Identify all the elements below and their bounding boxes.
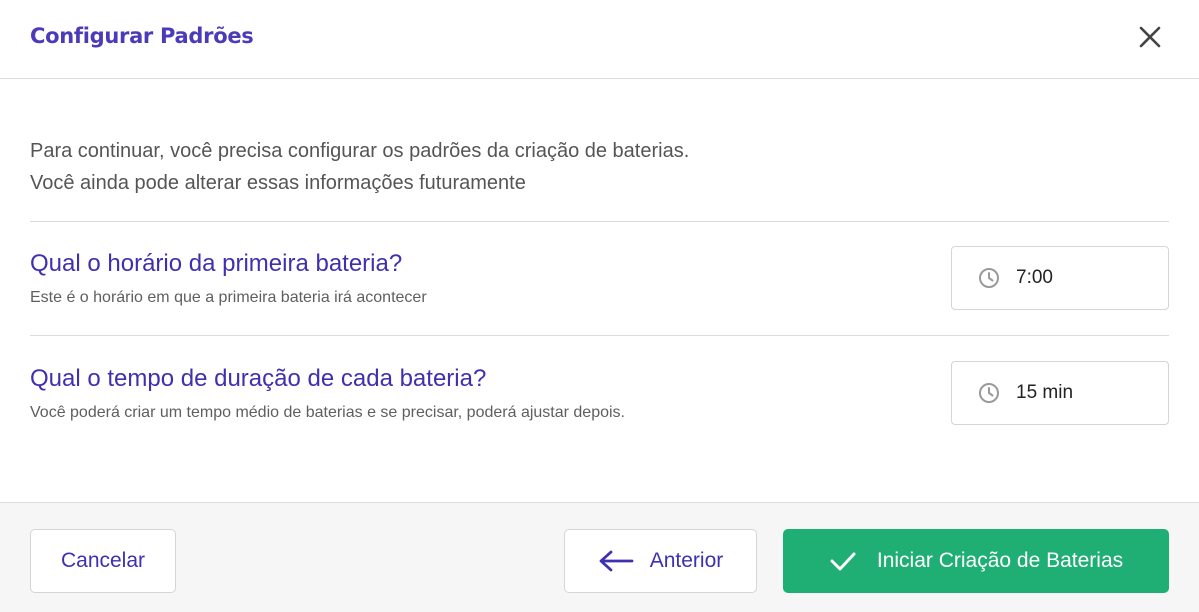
checkmark-icon xyxy=(830,552,856,571)
divider xyxy=(30,221,1169,222)
dialog-header: Configurar Padrões xyxy=(0,0,1199,79)
arrow-left-icon xyxy=(599,550,634,572)
intro-line-1: Para continuar, você precisa configurar … xyxy=(30,140,690,162)
battery-duration-value: 15 min xyxy=(1016,382,1074,403)
start-batteries-button-label: Iniciar Criação de Baterias xyxy=(876,549,1124,572)
battery-duration-description: Você poderá criar um tempo médio de bate… xyxy=(30,404,625,421)
first-battery-time-value: 7:00 xyxy=(1016,267,1053,288)
first-battery-time-title: Qual o horário da primeira bateria? xyxy=(30,250,403,277)
start-batteries-button[interactable]: Iniciar Criação de Baterias xyxy=(783,529,1169,593)
clock-icon xyxy=(978,267,1000,289)
first-battery-time-description: Este é o horário em que a primeira bater… xyxy=(30,289,427,306)
dialog-title: Configurar Padrões xyxy=(30,24,254,48)
close-icon xyxy=(1139,26,1161,48)
intro-line-2: Você ainda pode alterar essas informaçõe… xyxy=(30,172,526,194)
cancel-button-label: Cancelar xyxy=(60,549,146,572)
previous-button[interactable]: Anterior xyxy=(564,529,757,593)
divider xyxy=(30,335,1169,336)
configure-defaults-dialog: Configurar Padrões Para continuar, você … xyxy=(0,0,1199,612)
intro-text: Para continuar, você precisa configurar … xyxy=(30,135,1030,199)
close-button[interactable] xyxy=(1133,20,1167,54)
battery-duration-title: Qual o tempo de duração de cada bateria? xyxy=(30,365,487,392)
dialog-footer: Cancelar Anterior Iniciar Criação de Bat… xyxy=(0,502,1199,612)
previous-button-label: Anterior xyxy=(649,549,724,572)
clock-icon xyxy=(978,382,1000,404)
battery-duration-picker[interactable]: 15 min xyxy=(951,361,1169,425)
first-battery-time-picker[interactable]: 7:00 xyxy=(951,246,1169,310)
cancel-button[interactable]: Cancelar xyxy=(30,529,176,593)
